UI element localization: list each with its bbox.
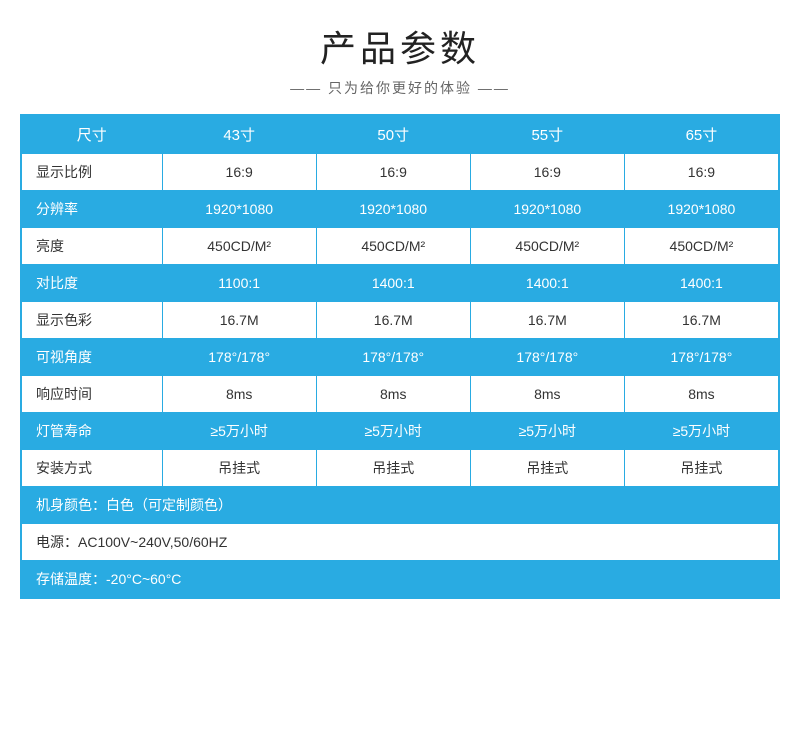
row-value: 16:9 [624, 154, 778, 191]
row-value: ≥5万小时 [162, 413, 316, 450]
page-container: 产品参数 —— 只为给你更好的体验 —— 尺寸 43寸 50寸 55寸 65寸 … [0, 0, 800, 736]
table-body: 显示比例16:916:916:916:9分辨率1920*10801920*108… [22, 154, 779, 598]
row-value: 8ms [162, 376, 316, 413]
row-label: 对比度 [22, 265, 163, 302]
row-label: 安装方式 [22, 450, 163, 487]
row-value: 16.7M [624, 302, 778, 339]
table-row: 显示色彩16.7M16.7M16.7M16.7M [22, 302, 779, 339]
row-value: 16.7M [316, 302, 470, 339]
row-value: 178°/178° [624, 339, 778, 376]
table-header-row: 尺寸 43寸 50寸 55寸 65寸 [22, 116, 779, 154]
table-row: 亮度450CD/M²450CD/M²450CD/M²450CD/M² [22, 228, 779, 265]
row-value: 450CD/M² [162, 228, 316, 265]
row-value: 吊挂式 [470, 450, 624, 487]
row-value: 8ms [470, 376, 624, 413]
row-value: 178°/178° [470, 339, 624, 376]
row-value: 吊挂式 [624, 450, 778, 487]
row-value: 16.7M [470, 302, 624, 339]
row-value: 450CD/M² [624, 228, 778, 265]
table-row: 灯管寿命≥5万小时≥5万小时≥5万小时≥5万小时 [22, 413, 779, 450]
col-header-50: 50寸 [316, 116, 470, 154]
row-label: 显示色彩 [22, 302, 163, 339]
title-section: 产品参数 —— 只为给你更好的体验 —— [20, 20, 780, 98]
row-value: 16:9 [162, 154, 316, 191]
full-row-text: 机身颜色：白色（可定制颜色） [22, 487, 779, 524]
row-value: 16:9 [470, 154, 624, 191]
row-value: 178°/178° [162, 339, 316, 376]
row-value: 450CD/M² [470, 228, 624, 265]
row-value: ≥5万小时 [470, 413, 624, 450]
row-value: 1920*1080 [316, 191, 470, 228]
row-value: 16:9 [316, 154, 470, 191]
specs-table: 尺寸 43寸 50寸 55寸 65寸 显示比例16:916:916:916:9分… [21, 115, 779, 598]
full-row-text: 电源：AC100V~240V,50/60HZ [22, 524, 779, 561]
row-value: 450CD/M² [316, 228, 470, 265]
row-label: 亮度 [22, 228, 163, 265]
full-row-text: 存储温度：-20°C~60°C [22, 561, 779, 598]
full-row: 机身颜色：白色（可定制颜色） [22, 487, 779, 524]
row-value: 1400:1 [316, 265, 470, 302]
row-value: 8ms [624, 376, 778, 413]
table-row: 安装方式吊挂式吊挂式吊挂式吊挂式 [22, 450, 779, 487]
full-row: 存储温度：-20°C~60°C [22, 561, 779, 598]
row-value: 1400:1 [470, 265, 624, 302]
table-row: 响应时间8ms8ms8ms8ms [22, 376, 779, 413]
row-value: 1100:1 [162, 265, 316, 302]
row-value: 1920*1080 [624, 191, 778, 228]
row-value: 1920*1080 [470, 191, 624, 228]
main-title: 产品参数 [20, 20, 780, 72]
table-row: 对比度1100:11400:11400:11400:1 [22, 265, 779, 302]
row-value: 16.7M [162, 302, 316, 339]
row-value: 1920*1080 [162, 191, 316, 228]
subtitle: —— 只为给你更好的体验 —— [20, 78, 780, 98]
table-row: 可视角度178°/178°178°/178°178°/178°178°/178° [22, 339, 779, 376]
row-value: 吊挂式 [316, 450, 470, 487]
row-value: 8ms [316, 376, 470, 413]
row-value: 1400:1 [624, 265, 778, 302]
row-value: 吊挂式 [162, 450, 316, 487]
row-label: 响应时间 [22, 376, 163, 413]
specs-table-container: 尺寸 43寸 50寸 55寸 65寸 显示比例16:916:916:916:9分… [20, 114, 780, 599]
table-row: 显示比例16:916:916:916:9 [22, 154, 779, 191]
col-header-55: 55寸 [470, 116, 624, 154]
col-header-label: 尺寸 [22, 116, 163, 154]
row-label: 显示比例 [22, 154, 163, 191]
row-label: 灯管寿命 [22, 413, 163, 450]
col-header-65: 65寸 [624, 116, 778, 154]
col-header-43: 43寸 [162, 116, 316, 154]
row-label: 分辨率 [22, 191, 163, 228]
row-value: ≥5万小时 [316, 413, 470, 450]
full-row: 电源：AC100V~240V,50/60HZ [22, 524, 779, 561]
table-row: 分辨率1920*10801920*10801920*10801920*1080 [22, 191, 779, 228]
row-value: ≥5万小时 [624, 413, 778, 450]
row-label: 可视角度 [22, 339, 163, 376]
row-value: 178°/178° [316, 339, 470, 376]
